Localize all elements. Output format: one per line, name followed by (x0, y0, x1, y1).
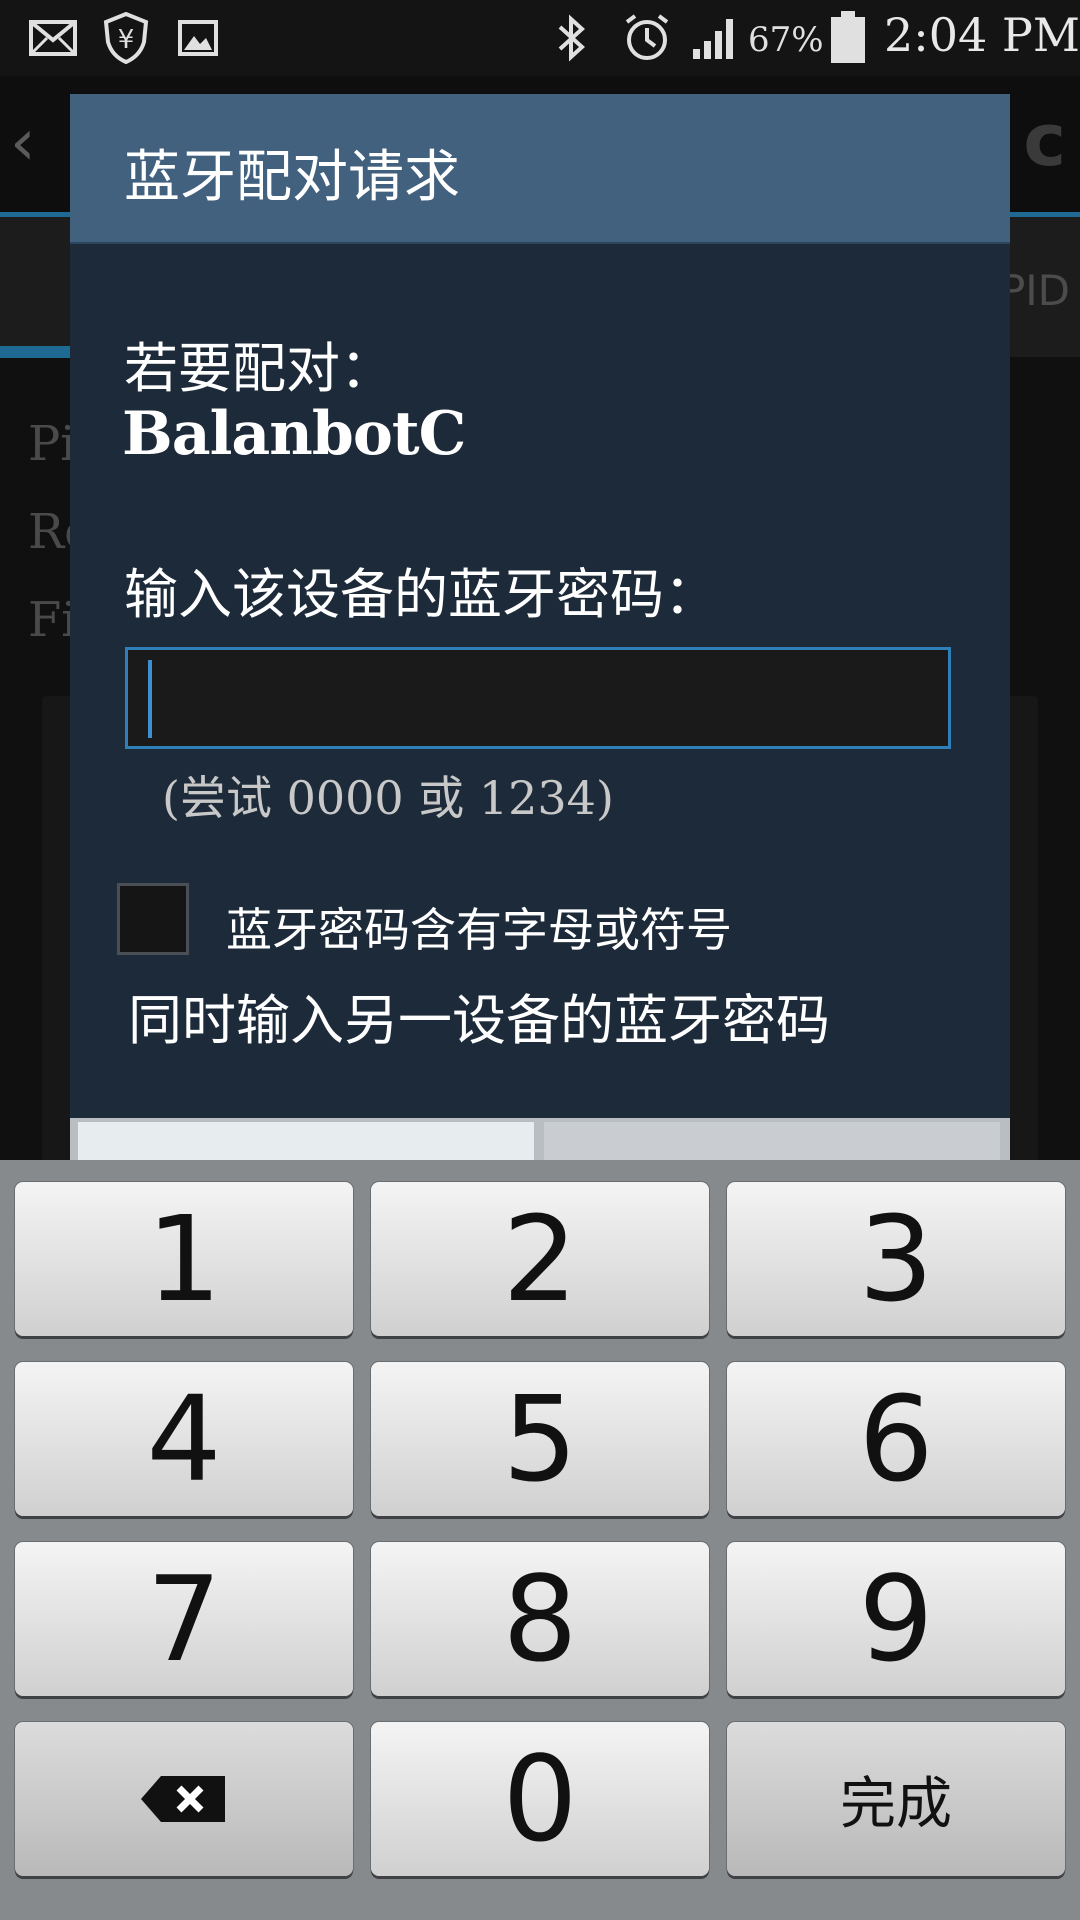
signal-icon (690, 12, 740, 64)
clock: 2:04 PM (884, 8, 1080, 62)
key-3[interactable]: 3 (727, 1182, 1065, 1336)
letters-symbols-checkbox[interactable] (117, 883, 189, 955)
done-key[interactable]: 完成 (727, 1722, 1065, 1876)
backspace-icon (141, 1776, 225, 1822)
key-4[interactable]: 4 (15, 1362, 353, 1516)
pin-input[interactable] (125, 647, 951, 749)
pin-hint: (尝试 0000 或 1234) (162, 771, 614, 825)
mail-icon (28, 12, 78, 64)
key-8[interactable]: 8 (371, 1542, 709, 1696)
bluetooth-icon (552, 12, 592, 64)
dialog-title-bar: 蓝牙配对请求 (70, 94, 1010, 244)
pair-prompt: 若要配对： (124, 337, 394, 400)
image-icon (176, 12, 220, 64)
done-key-label: 完成 (840, 1771, 952, 1837)
tab-pid: PID (999, 266, 1070, 315)
device-name: BalanbotC (122, 399, 466, 469)
svg-text:¥: ¥ (118, 25, 135, 55)
app-title: c (1023, 98, 1066, 182)
key-5[interactable]: 5 (371, 1362, 709, 1516)
key-9[interactable]: 9 (727, 1542, 1065, 1696)
key-1[interactable]: 1 (15, 1182, 353, 1336)
alarm-icon (620, 12, 674, 64)
dialog-note: 同时输入另一设备的蓝牙密码 (128, 989, 830, 1052)
key-0[interactable]: 0 (371, 1722, 709, 1876)
key-6[interactable]: 6 (727, 1362, 1065, 1516)
status-bar: ¥ 67% 2:04 PM (0, 0, 1080, 76)
numeric-keypad: 1 2 3 4 5 6 7 8 9 0 完成 (0, 1160, 1080, 1920)
bluetooth-pairing-dialog: 蓝牙配对请求 若要配对： BalanbotC 输入该设备的蓝牙密码： (尝试 0… (70, 94, 1010, 1172)
back-icon: ‹ (10, 106, 36, 180)
dialog-title: 蓝牙配对请求 (124, 145, 460, 210)
key-7[interactable]: 7 (15, 1542, 353, 1696)
text-caret (148, 660, 152, 738)
key-2[interactable]: 2 (371, 1182, 709, 1336)
backspace-key[interactable] (15, 1722, 353, 1876)
pin-prompt: 输入该设备的蓝牙密码： (124, 563, 718, 626)
app-row-label: Pi (28, 416, 76, 472)
security-shield-icon: ¥ (100, 12, 152, 64)
battery-icon (828, 11, 868, 64)
checkbox-label[interactable]: 蓝牙密码含有字母或符号 (226, 894, 732, 960)
battery-percent: 67% (748, 20, 824, 60)
